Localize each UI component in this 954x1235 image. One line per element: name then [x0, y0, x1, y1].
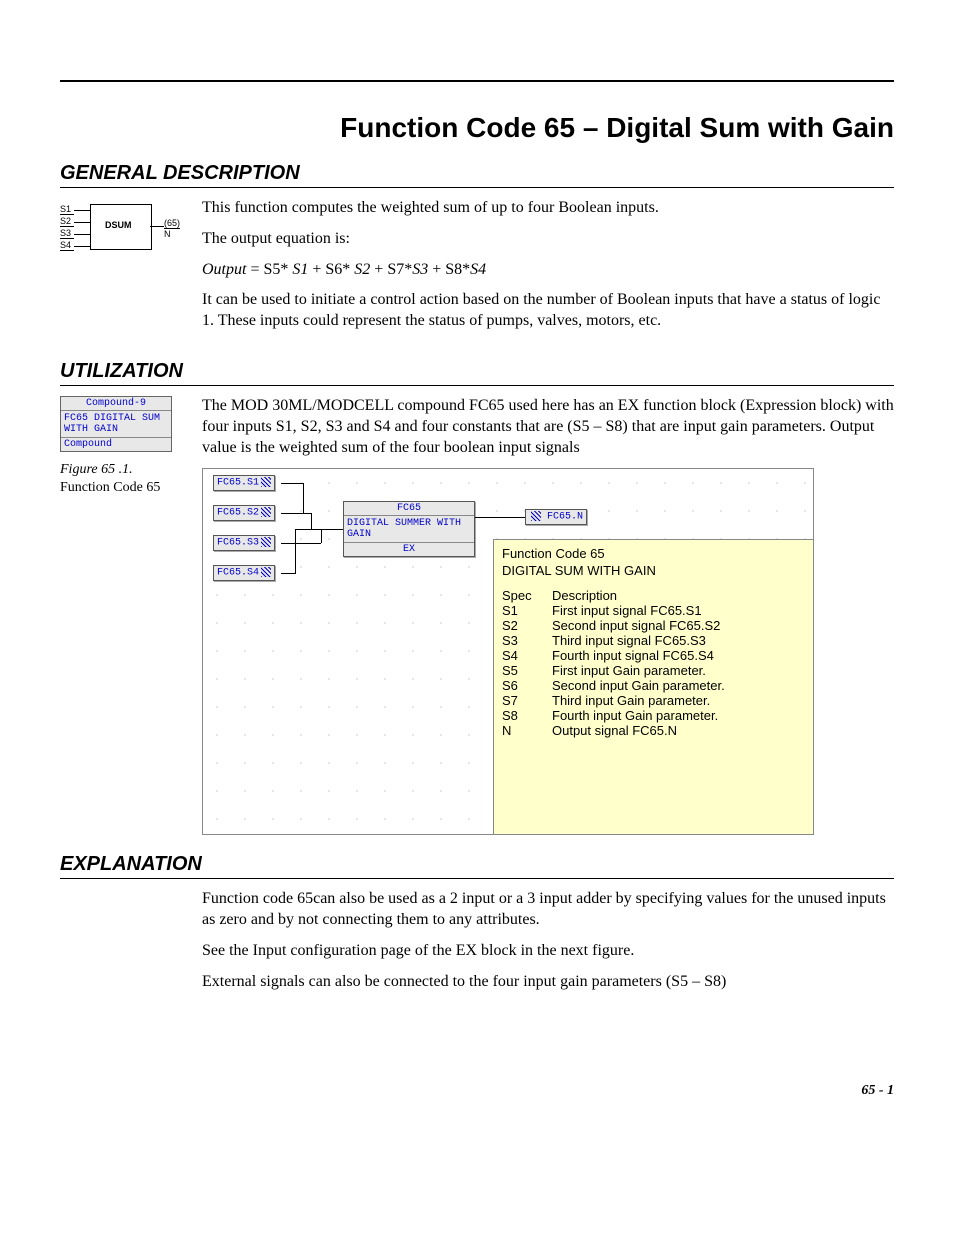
- dsum-in-s4: S4: [60, 240, 74, 251]
- panel-spec: S2: [502, 618, 552, 633]
- compound-head: Compound-9: [61, 397, 171, 411]
- general-p2: The output equation is:: [202, 229, 894, 250]
- panel-desc: First input Gain parameter.: [552, 663, 706, 678]
- utilization-p1: The MOD 30ML/MODCELL compound FC65 used …: [202, 396, 894, 458]
- panel-desc: First input signal FC65.S1: [552, 603, 702, 618]
- panel-spec: S5: [502, 663, 552, 678]
- figure-sublabel: Function Code 65: [60, 480, 190, 496]
- diag-input-s4: FC65.S4: [213, 565, 275, 581]
- panel-spec-header: Spec: [502, 588, 552, 603]
- panel-spec: N: [502, 723, 552, 738]
- top-rule: [60, 80, 894, 82]
- panel-spec: S8: [502, 708, 552, 723]
- panel-spec: S4: [502, 648, 552, 663]
- explanation-p3: External signals can also be connected t…: [202, 972, 894, 993]
- panel-desc: Fourth input signal FC65.S4: [552, 648, 714, 663]
- panel-desc-header: Description: [552, 588, 617, 603]
- compound-body: FC65 DIGITAL SUM WITH GAIN: [61, 411, 171, 437]
- diag-main-block: FC65 DIGITAL SUMMER WITH GAIN EX: [343, 501, 475, 557]
- panel-desc: Fourth input Gain parameter.: [552, 708, 718, 723]
- section-heading-general: GENERAL DESCRIPTION: [60, 162, 894, 188]
- panel-spec: S6: [502, 678, 552, 693]
- panel-title: Function Code 65: [502, 546, 814, 561]
- figure-label: Figure 65 .1.: [60, 462, 190, 478]
- page-number: 65 - 1: [60, 1083, 894, 1099]
- diag-main-foot: EX: [344, 542, 474, 556]
- panel-spec: S7: [502, 693, 552, 708]
- dsum-out-top: (65): [164, 218, 180, 229]
- panel-desc: Third input signal FC65.S3: [552, 633, 706, 648]
- panel-desc: Second input signal FC65.S2: [552, 618, 720, 633]
- compound-box: Compound-9 FC65 DIGITAL SUM WITH GAIN Co…: [60, 396, 172, 452]
- dsum-in-s2: S2: [60, 216, 74, 227]
- diag-main-body: DIGITAL SUMMER WITH GAIN: [344, 516, 474, 542]
- dsum-out-bot: N: [164, 229, 171, 239]
- diag-input-s2: FC65.S2: [213, 505, 275, 521]
- dsum-in-s3: S3: [60, 228, 74, 239]
- diag-output-n: FC65.N: [525, 509, 587, 525]
- panel-spec: S3: [502, 633, 552, 648]
- panel-spec: S1: [502, 603, 552, 618]
- diag-input-s1: FC65.S1: [213, 475, 275, 491]
- explanation-p2: See the Input configuration page of the …: [202, 941, 894, 962]
- dsum-icon: DSUM S1 S2 S3 S4 (65) N: [60, 194, 190, 256]
- diag-main-head: FC65: [344, 502, 474, 516]
- general-p3: It can be used to initiate a control act…: [202, 290, 894, 332]
- section-heading-utilization: UTILIZATION: [60, 360, 894, 386]
- output-equation: Output = S5* S1 + S6* S2 + S7*S3 + S8*S4: [202, 260, 894, 281]
- panel-desc: Second input Gain parameter.: [552, 678, 725, 693]
- page-title: Function Code 65 – Digital Sum with Gain: [60, 112, 894, 144]
- diag-info-panel: Function Code 65 DIGITAL SUM WITH GAIN S…: [493, 539, 814, 835]
- section-heading-explanation: EXPLANATION: [60, 853, 894, 879]
- panel-subtitle: DIGITAL SUM WITH GAIN: [502, 563, 814, 578]
- compound-foot: Compound: [61, 437, 171, 451]
- fc65-diagram: FC65.S1 FC65.S2 FC65.S3 FC65.S4 FC65 DIG…: [202, 468, 814, 835]
- dsum-label: DSUM: [105, 220, 132, 230]
- diag-input-s3: FC65.S3: [213, 535, 275, 551]
- panel-desc: Output signal FC65.N: [552, 723, 677, 738]
- panel-desc: Third input Gain parameter.: [552, 693, 710, 708]
- explanation-p1: Function code 65can also be used as a 2 …: [202, 889, 894, 931]
- dsum-in-s1: S1: [60, 204, 74, 215]
- general-p1: This function computes the weighted sum …: [202, 198, 894, 219]
